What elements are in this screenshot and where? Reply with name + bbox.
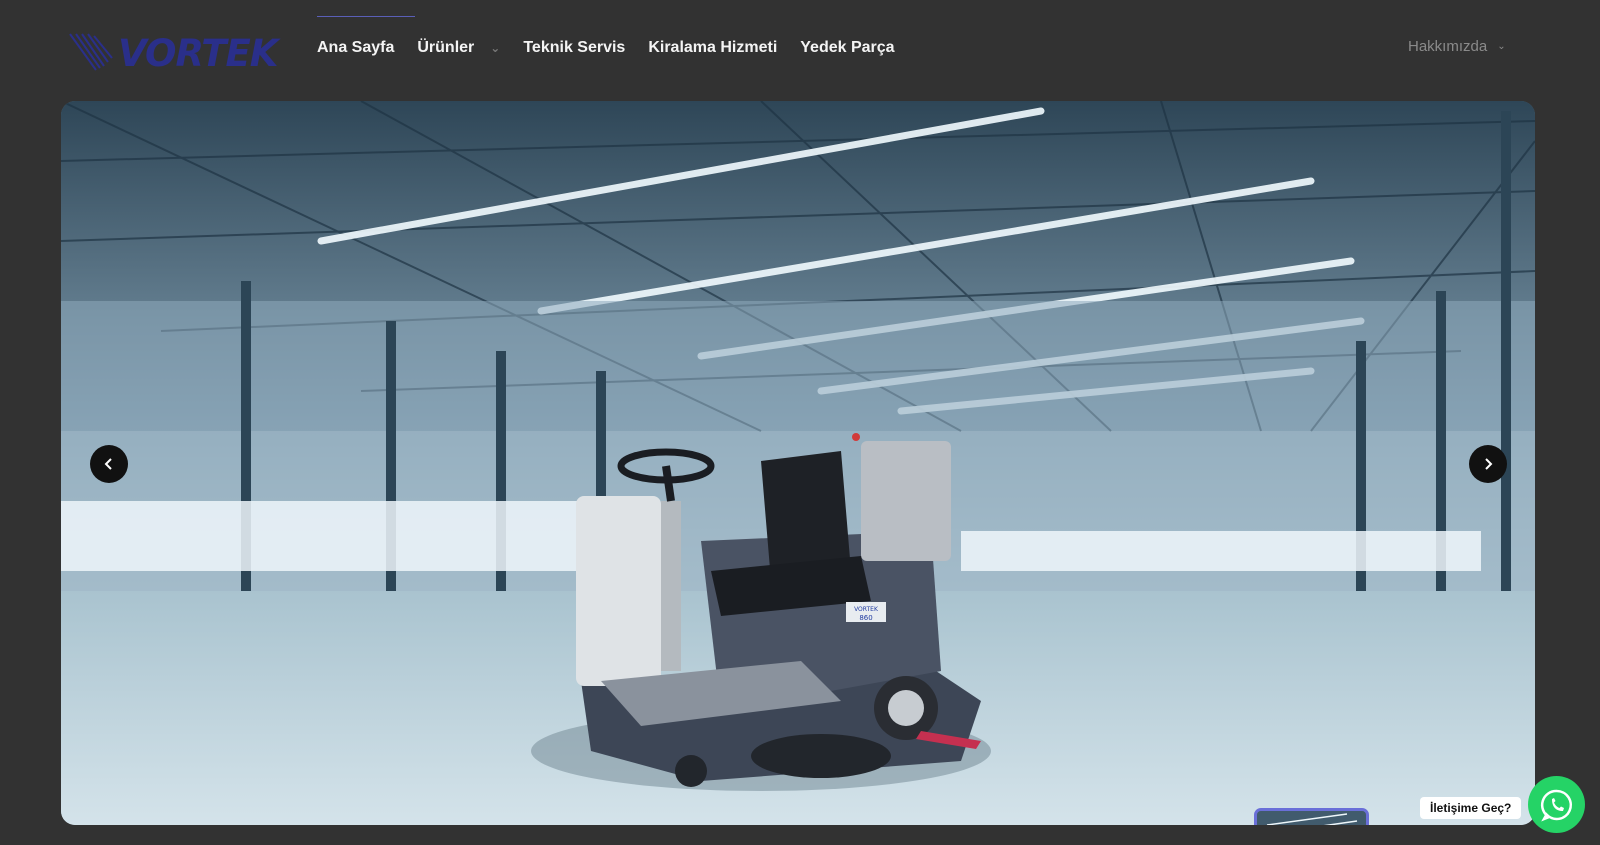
chevron-down-icon: ⌄ — [490, 41, 501, 55]
nav-item-label: Ana Sayfa — [317, 39, 395, 56]
contact-badge[interactable]: İletişime Geç? — [1420, 797, 1522, 819]
chevron-left-icon — [104, 458, 112, 470]
about-label: Hakkımızda — [1408, 38, 1488, 55]
nav-item-products[interactable]: Ürünler ⌄ — [417, 39, 500, 57]
chevron-right-icon — [1485, 458, 1493, 470]
logo-text: VORTEK — [118, 32, 278, 75]
hero-slider: VORTEK 860 — [61, 101, 1535, 825]
prev-slide-button[interactable] — [90, 445, 128, 483]
whatsapp-icon — [1540, 789, 1572, 821]
nav-item-home[interactable]: Ana Sayfa — [317, 39, 394, 57]
chevron-down-icon: ⌄ — [1497, 41, 1506, 52]
whatsapp-button[interactable] — [1528, 776, 1585, 833]
nav-item-rental[interactable]: Kiralama Hizmeti — [648, 39, 777, 57]
nav-item-label: Teknik Servis — [523, 39, 626, 56]
nav-item-spare-parts[interactable]: Yedek Parça — [800, 39, 894, 57]
nav-item-label: Ürünler — [417, 39, 475, 56]
about-dropdown[interactable]: Hakkımızda ⌄ — [1408, 38, 1506, 55]
main-nav: Ana Sayfa Ürünler ⌄ Teknik Servis Kiralam… — [317, 16, 918, 80]
next-slide-button[interactable] — [1469, 445, 1507, 483]
nav-item-technical-service[interactable]: Teknik Servis — [523, 39, 625, 57]
machine-brand-badge: VORTEK — [854, 606, 879, 613]
brand-logo[interactable]: VORTEK — [68, 30, 290, 75]
slide-thumbnail[interactable] — [1254, 808, 1369, 825]
machine-model-badge: 860 — [859, 614, 872, 622]
warehouse-scene-image: VORTEK 860 — [61, 101, 1535, 825]
nav-item-label: Yedek Parça — [800, 39, 895, 56]
warehouse-thumbnail-image — [1257, 811, 1366, 825]
site-header: VORTEK Ana Sayfa Ürünler ⌄ Teknik Servis … — [0, 0, 1600, 100]
nav-item-label: Kiralama Hizmeti — [648, 39, 778, 56]
